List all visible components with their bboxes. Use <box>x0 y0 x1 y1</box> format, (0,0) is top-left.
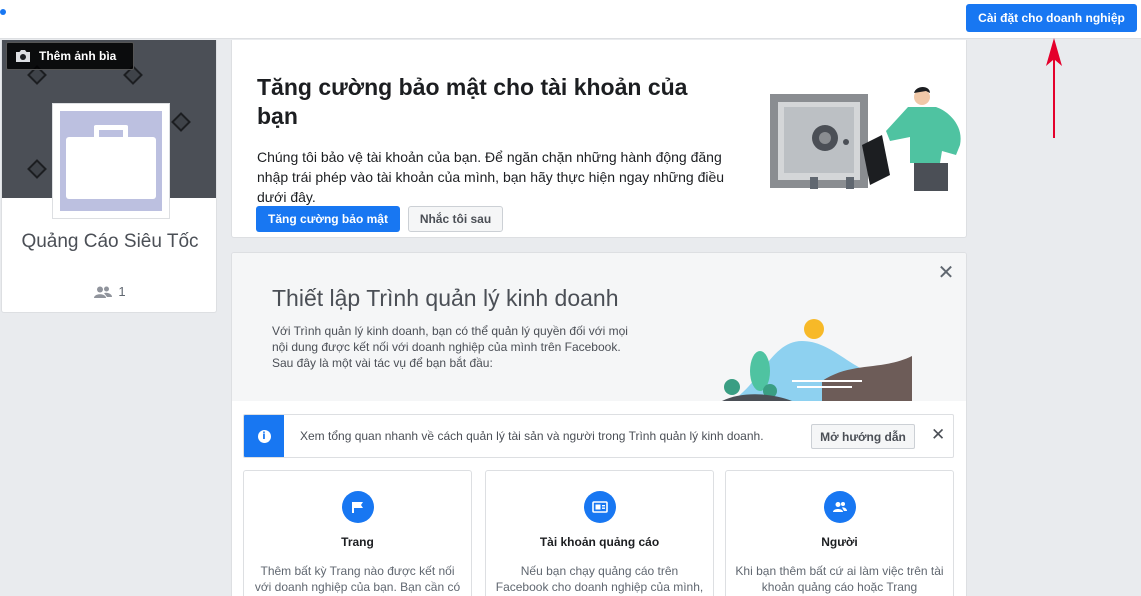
business-setup-card: Thiết lập Trình quản lý kinh doanh Với T… <box>231 252 967 596</box>
security-description: Chúng tôi bảo vệ tài khoản của bạn. Để n… <box>257 149 725 205</box>
page-profile-card: Thêm ảnh bìa Quảng Cáo Siêu Tốc 1 <box>1 40 217 313</box>
tile-description: Thêm bất kỳ Trang nào được kết nối với d… <box>254 564 461 594</box>
setup-hero: Thiết lập Trình quản lý kinh doanh Với T… <box>232 253 966 401</box>
annotation-arrow <box>1046 38 1062 138</box>
setup-description: Với Trình quản lý kinh doanh, bạn có thể… <box>272 324 628 370</box>
pattern-shape <box>171 112 191 132</box>
info-icon-box: i <box>244 415 284 457</box>
add-cover-photo-label: Thêm ảnh bìa <box>39 49 117 63</box>
tile-title: Người <box>821 535 858 549</box>
add-cover-photo-button[interactable]: Thêm ảnh bìa <box>6 42 134 70</box>
tile-title: Tài khoản quảng cáo <box>539 535 660 549</box>
tile-description: Nếu bạn chạy quảng cáo trên Facebook cho… <box>495 564 704 594</box>
landscape-illustration <box>702 311 912 401</box>
safe-illustration <box>770 87 961 191</box>
strengthen-security-button[interactable]: Tăng cường bảo mật <box>256 206 400 232</box>
tile-pages[interactable]: Trang Thêm bất kỳ Trang nào được kết nối… <box>243 470 472 596</box>
close-setup-icon[interactable]: ✕ <box>936 263 956 283</box>
info-banner-text: Xem tổng quan nhanh về cách quản lý tài … <box>300 429 764 443</box>
tile-ad-accounts[interactable]: Tài khoản quảng cáo Nếu bạn chạy quảng c… <box>485 470 714 596</box>
security-card: Tăng cường bảo mật cho tài khoản của bạn… <box>231 40 967 238</box>
security-title: Tăng cường bảo mật cho tài khoản của bạn <box>257 74 688 129</box>
business-settings-button[interactable]: Cài đặt cho doanh nghiệp <box>966 4 1137 32</box>
info-icon: i <box>257 429 271 443</box>
page-avatar[interactable] <box>52 103 170 219</box>
ad-account-icon <box>584 491 616 523</box>
top-bar: Cài đặt cho doanh nghiệp <box>0 0 1141 39</box>
setup-title: Thiết lập Trình quản lý kinh doanh <box>272 285 619 311</box>
info-banner: i Xem tổng quan nhanh về cách quản lý tà… <box>243 414 954 458</box>
tile-people[interactable]: Người Khi bạn thêm bất cứ ai làm việc tr… <box>725 470 954 596</box>
member-count: 1 <box>2 284 216 299</box>
tile-description: Khi bạn thêm bất cứ ai làm việc trên tài… <box>735 564 944 594</box>
tile-title: Trang <box>341 535 374 549</box>
member-count-value: 1 <box>118 284 126 299</box>
people-icon <box>94 286 113 298</box>
briefcase-icon <box>66 137 156 199</box>
close-banner-icon[interactable]: ✕ <box>931 425 945 445</box>
page-name[interactable]: Quảng Cáo Siêu Tốc <box>2 230 216 254</box>
flag-icon <box>342 491 374 523</box>
pattern-shape <box>27 159 47 179</box>
camera-icon <box>16 50 30 62</box>
remind-later-button[interactable]: Nhắc tôi sau <box>408 206 503 232</box>
people-icon <box>824 491 856 523</box>
notification-dot <box>0 9 6 15</box>
open-guide-button[interactable]: Mở hướng dẫn <box>811 424 915 449</box>
